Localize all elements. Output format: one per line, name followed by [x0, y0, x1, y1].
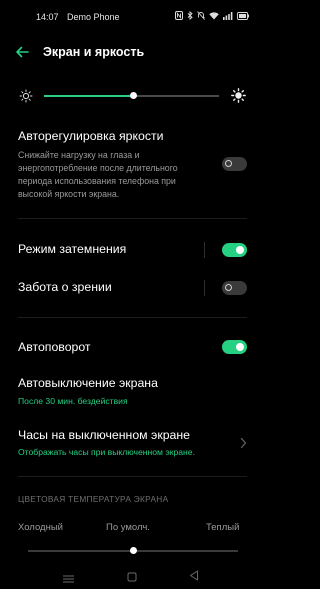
toggle-knob [236, 246, 244, 254]
page-title: Экран и яркость [43, 45, 145, 59]
back-arrow-icon [16, 46, 29, 58]
wifi-icon [209, 11, 219, 22]
menu-nav-button[interactable] [63, 570, 74, 588]
eye-care-title: Забота о зрении [18, 280, 112, 294]
desc-line: периода использования телефона при [18, 176, 176, 186]
auto-rotate-title: Автоповорот [18, 340, 91, 354]
toggle-knob [225, 160, 232, 167]
back-triangle-icon [190, 570, 198, 581]
dark-mode-title: Режим затемнения [18, 242, 127, 256]
color-temp-thumb[interactable] [129, 547, 137, 554]
divider [18, 317, 247, 318]
divider [18, 218, 247, 219]
auto-brightness-description: Снижайте нагрузку на глаза и энергопотре… [18, 149, 218, 201]
status-bar: 14:07 Demo Phone [0, 0, 265, 32]
battery-icon [237, 11, 249, 22]
brightness-low-icon [19, 89, 33, 108]
screen-timeout-title: Автовыключение экрана [18, 376, 158, 390]
color-temp-slider[interactable] [28, 547, 238, 555]
dark-mode-toggle[interactable] [222, 243, 247, 257]
desc-line: энергопотребление после длительного [18, 163, 178, 173]
status-icons [175, 11, 249, 22]
chevron-right-icon [240, 436, 247, 454]
auto-rotate-toggle[interactable] [222, 340, 247, 354]
color-temp-cool-label: Холодный [18, 522, 63, 533]
color-temp-default-label: По умолч. [106, 522, 150, 533]
back-nav-button[interactable] [189, 568, 199, 586]
brightness-slider[interactable] [44, 92, 219, 100]
navigation-bar [0, 559, 265, 589]
brightness-high-icon [231, 88, 246, 108]
nfc-icon [175, 11, 183, 22]
desc-line: Снижайте нагрузку на глаза и [18, 150, 140, 160]
screen-timeout-item[interactable]: Автовыключение экрана После 30 мин. безд… [18, 376, 247, 410]
desc-line: высокой яркости экрана. [18, 189, 120, 199]
home-nav-button[interactable] [127, 569, 137, 587]
menu-icon [63, 575, 74, 583]
screen-timeout-value: После 30 мин. бездействия [18, 396, 128, 406]
aod-value: Отображать часы при выключенном экране. [18, 447, 195, 457]
auto-brightness-title: Авторегулировка яркости [18, 129, 164, 143]
eye-care-toggle[interactable] [222, 281, 247, 295]
signal-icon [223, 11, 233, 22]
mute-icon [197, 11, 205, 22]
aod-title: Часы на выключенном экране [18, 428, 191, 442]
toggle-knob [236, 343, 244, 351]
auto-brightness-toggle[interactable] [222, 157, 247, 171]
aod-item[interactable]: Часы на выключенном экране Отображать ча… [18, 428, 247, 462]
back-button[interactable] [14, 44, 30, 60]
brightness-thumb[interactable] [129, 92, 137, 99]
separator [204, 242, 205, 258]
status-time: 14:07 [36, 12, 59, 22]
separator [204, 280, 205, 296]
color-temp-warm-label: Теплый [206, 522, 240, 533]
home-square-icon [127, 572, 137, 582]
bluetooth-icon [187, 11, 193, 22]
toggle-knob [225, 284, 232, 291]
divider [18, 476, 247, 477]
color-temp-section-title: ЦВЕТОВАЯ ТЕМПЕРАТУРА ЭКРАНА [18, 494, 169, 504]
status-carrier: Demo Phone [67, 12, 120, 22]
brightness-fill [44, 95, 134, 97]
